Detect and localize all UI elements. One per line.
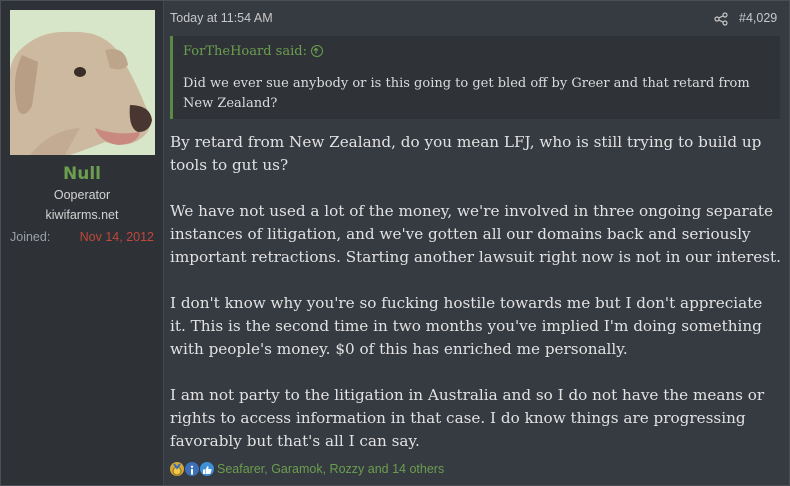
message-paragraph: I don't know why you're so fucking hosti… xyxy=(170,294,763,358)
like-icon xyxy=(200,462,214,476)
post-timestamp[interactable]: Today at 11:54 AM xyxy=(170,11,273,25)
message-paragraph: I am not party to the litigation in Aust… xyxy=(170,386,765,450)
joined-date: Nov 14, 2012 xyxy=(79,230,154,244)
user-title: Ooperator xyxy=(53,188,111,202)
message-body: By retard from New Zealand, do you mean … xyxy=(170,131,782,476)
reaction-users[interactable]: Seafarer, Garamok, Rozzy and 14 others xyxy=(217,460,444,478)
user-banner: kiwifarms.net xyxy=(45,208,119,222)
informative-icon xyxy=(185,462,199,476)
user-sidebar: Null Ooperator kiwifarms.net Joined: Nov… xyxy=(1,1,164,485)
username[interactable]: Null xyxy=(1,164,163,184)
message-paragraph: We have not used a lot of the money, we'… xyxy=(170,202,781,266)
joined-label: Joined: xyxy=(10,230,51,244)
avatar[interactable] xyxy=(10,10,155,155)
post-number[interactable]: #4,029 xyxy=(739,11,777,25)
message-paragraph: By retard from New Zealand, do you mean … xyxy=(170,133,762,174)
jump-to-quote-icon[interactable] xyxy=(310,45,323,57)
quote-block: ForTheHoard said: Did we ever sue anybod… xyxy=(170,36,780,119)
share-icon[interactable] xyxy=(714,11,728,26)
quote-text: Did we ever sue anybody or is this going… xyxy=(183,76,750,111)
medal-icon xyxy=(170,462,184,476)
post-container: Null Ooperator kiwifarms.net Joined: Nov… xyxy=(0,0,790,486)
quote-author[interactable]: ForTheHoard said: xyxy=(183,44,307,59)
quote-attribution[interactable]: ForTheHoard said: xyxy=(183,44,323,59)
